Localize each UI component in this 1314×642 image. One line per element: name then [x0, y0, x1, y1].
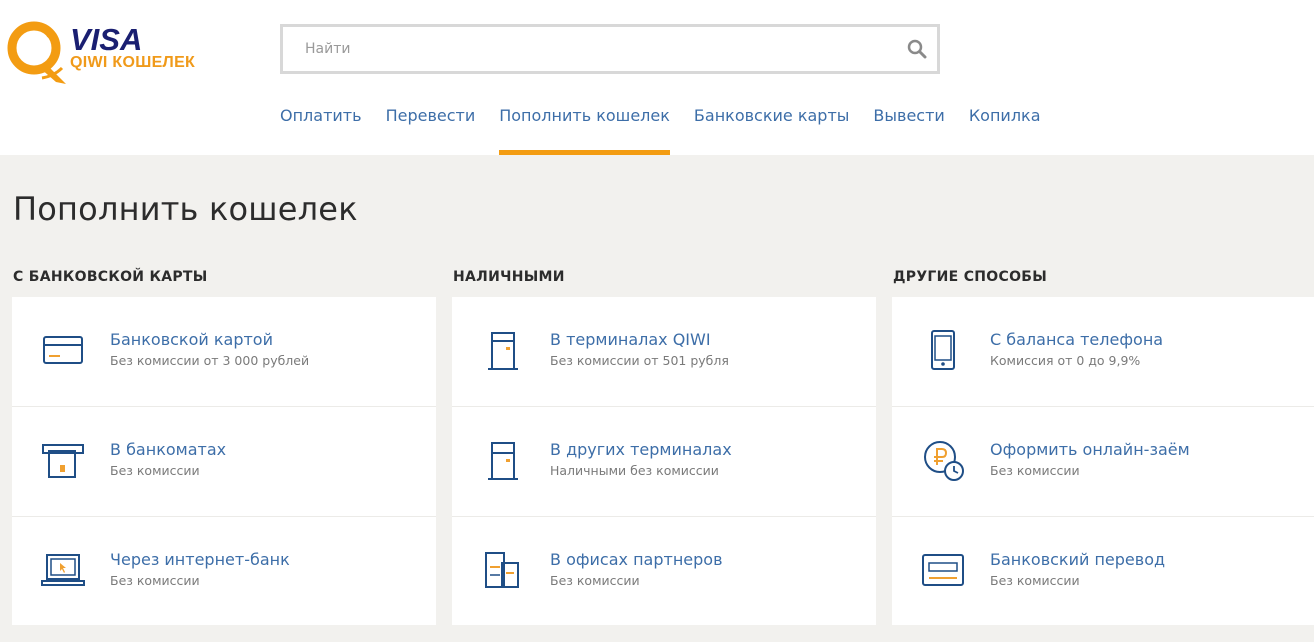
page-title: Пополнить кошелек: [13, 190, 358, 228]
method-row-bank-card[interactable]: Банковской картой Без комиссии от 3 000 …: [12, 297, 436, 405]
loan-ruble-clock-icon: [924, 441, 964, 481]
logo-qiwi-text: QIWI КОШЕЛЕК: [70, 54, 196, 71]
method-subtitle: Без комиссии: [550, 573, 640, 588]
bank-card-icon: [43, 336, 83, 364]
method-card-cash: В терминалах QIWI Без комиссии от 501 ру…: [452, 297, 876, 625]
method-subtitle: Без комиссии: [110, 463, 200, 478]
atm-icon: [42, 444, 84, 478]
method-subtitle: Без комиссии: [110, 573, 200, 588]
method-subtitle: Без комиссии: [990, 573, 1080, 588]
method-title: Через интернет-банк: [110, 550, 290, 569]
office-building-icon: [485, 552, 519, 588]
phone-icon: [931, 330, 955, 370]
method-title: Банковской картой: [110, 330, 273, 349]
method-title: В банкоматах: [110, 440, 227, 459]
method-card-bank-card: Банковской картой Без комиссии от 3 000 …: [12, 297, 436, 625]
method-subtitle: Наличными без комиссии: [550, 463, 719, 478]
method-subtitle: Комиссия от 0 до 9,9%: [990, 353, 1141, 368]
method-row-other-terminals[interactable]: В других терминалах Наличными без комисс…: [452, 406, 876, 514]
nav-item-top-up-wallet[interactable]: Пополнить кошелек: [499, 96, 670, 155]
header: VISA QIWI КОШЕЛЕК Оплатить Перевести Поп…: [0, 0, 1314, 155]
qiwi-logo-icon: [7, 21, 66, 84]
method-title: С баланса телефона: [990, 330, 1164, 349]
logo-visa-text: VISA: [70, 22, 143, 57]
nav-item-piggy-bank[interactable]: Копилка: [969, 96, 1041, 155]
nav-item-pay[interactable]: Оплатить: [280, 96, 362, 155]
nav-item-bank-cards[interactable]: Банковские карты: [694, 96, 850, 155]
method-subtitle: Без комиссии от 501 рубля: [550, 353, 729, 368]
method-row-partner-offices[interactable]: В офисах партнеров Без комиссии: [452, 516, 876, 624]
qiwi-visa-logo[interactable]: VISA QIWI КОШЕЛЕК: [4, 18, 204, 88]
laptop-icon: [41, 554, 85, 586]
qiwi-terminal-icon: [488, 332, 518, 370]
search-box: [280, 24, 940, 74]
method-row-bank-transfer[interactable]: Банковский перевод Без комиссии: [892, 516, 1314, 624]
method-title: Банковский перевод: [990, 550, 1166, 569]
method-title: В терминалах QIWI: [550, 330, 711, 349]
method-row-internet-bank[interactable]: Через интернет-банк Без комиссии: [12, 516, 436, 624]
column-title-other-methods: ДРУГИЕ СПОСОБЫ: [893, 269, 1048, 285]
method-card-other: С баланса телефона Комиссия от 0 до 9,9%…: [892, 297, 1314, 625]
method-subtitle: Без комиссии: [990, 463, 1080, 478]
method-title: В других терминалах: [550, 440, 732, 459]
method-title: В офисах партнеров: [550, 550, 723, 569]
column-title-bank-card: С БАНКОВСКОЙ КАРТЫ: [13, 269, 208, 285]
search-icon[interactable]: [907, 39, 927, 59]
method-row-qiwi-terminal[interactable]: В терминалах QIWI Без комиссии от 501 ру…: [452, 297, 876, 405]
bank-transfer-icon: [922, 554, 964, 586]
method-row-phone-balance[interactable]: С баланса телефона Комиссия от 0 до 9,9%: [892, 297, 1314, 405]
method-row-online-loan[interactable]: Оформить онлайн-заём Без комиссии: [892, 406, 1314, 514]
main-nav: Оплатить Перевести Пополнить кошелек Бан…: [280, 96, 1041, 155]
column-title-cash: НАЛИЧНЫМИ: [453, 269, 565, 285]
nav-item-withdraw[interactable]: Вывести: [873, 96, 944, 155]
terminal-icon: [488, 442, 518, 480]
nav-item-transfer[interactable]: Перевести: [386, 96, 476, 155]
method-row-atm[interactable]: В банкоматах Без комиссии: [12, 406, 436, 514]
method-subtitle: Без комиссии от 3 000 рублей: [110, 353, 310, 368]
method-title: Оформить онлайн-заём: [990, 440, 1190, 459]
search-input[interactable]: [305, 37, 885, 61]
